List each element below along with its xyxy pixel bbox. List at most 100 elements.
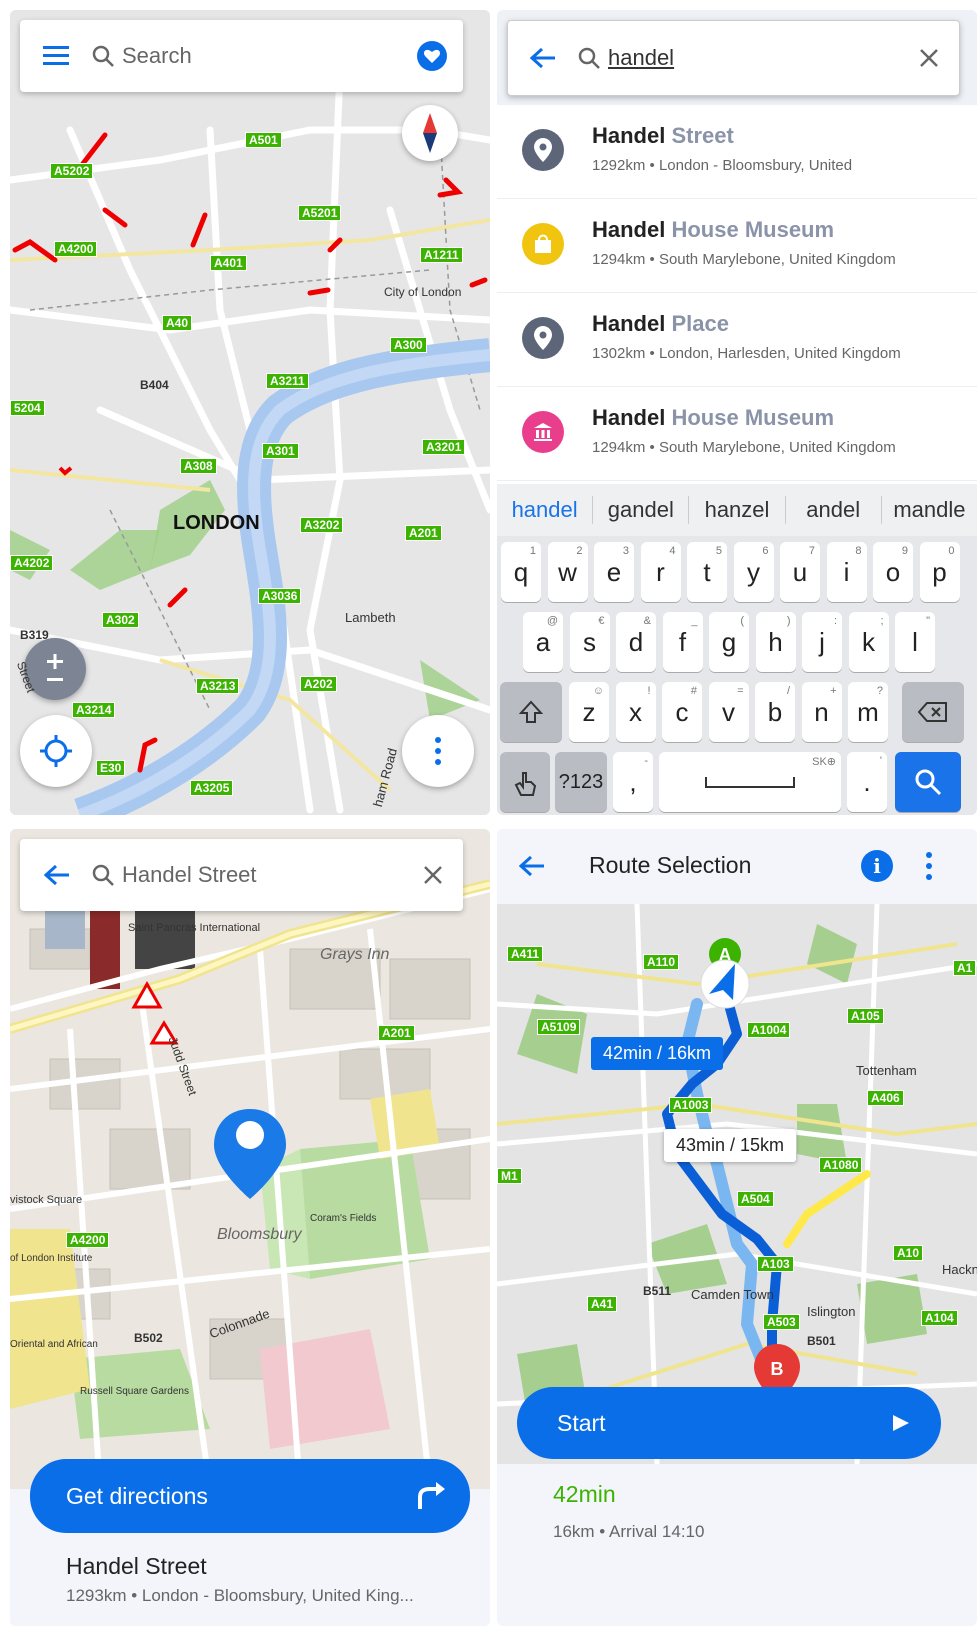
space-key[interactable]: SK⊕ [659,752,841,812]
key-label: c [675,696,689,727]
comma-key[interactable]: ,- [613,752,653,812]
info-icon[interactable]: i [861,850,893,882]
road-label: A202 [300,676,337,692]
period-key[interactable]: . ' [847,752,887,812]
map-label-tottenham: Tottenham [856,1063,917,1078]
road-label: M1 [497,1168,522,1184]
my-location-button[interactable] [20,715,92,787]
key-v[interactable]: v = [708,682,749,742]
search-bar[interactable]: Handel Street [20,839,463,911]
key-m[interactable]: m? [848,682,888,742]
map-label-corams: Coram's Fields [310,1213,377,1224]
menu-icon[interactable] [42,46,70,66]
result-item[interactable]: Handel House Museum 1294km • South Maryl… [497,199,977,293]
result-subtitle: 1292km • London - Bloomsbury, United [592,157,853,174]
more-vert-icon[interactable] [925,851,933,881]
key-i[interactable]: i8 [826,542,867,602]
search-icon [915,769,942,796]
result-title: Handel House Museum [592,405,835,430]
map-label-oriental: Oriental and African [10,1339,98,1350]
key-hint: + [830,685,837,697]
key-e[interactable]: e3 [594,542,634,602]
key-p[interactable]: p0 [919,542,960,602]
gesture-key[interactable] [500,752,550,812]
key-hint: : [833,615,837,627]
key-label: y [747,556,760,587]
back-arrow-icon[interactable] [530,47,556,69]
key-j[interactable]: j: [802,612,842,672]
road-label: A3202 [300,517,344,533]
key-q[interactable]: q1 [501,542,541,602]
search-key[interactable] [895,752,961,812]
key-f[interactable]: f _ [662,612,703,672]
key-label: u [792,556,808,587]
search-input[interactable]: Handel Street [122,862,257,888]
key-t[interactable]: t5 [687,542,727,602]
suggestion[interactable]: hanzel [689,497,784,523]
key-u[interactable]: u7 [780,542,820,602]
search-bar[interactable]: Search [20,20,463,92]
suggestion[interactable]: andel [786,497,881,523]
more-options-button[interactable] [402,715,474,787]
comma-label: , [629,766,637,797]
key-z[interactable]: z ☺ [569,682,609,742]
clear-icon[interactable] [919,48,939,68]
key-w[interactable]: w2 [547,542,588,602]
back-arrow-icon[interactable] [44,864,70,886]
key-k[interactable]: k; [848,612,889,672]
key-y[interactable]: y6 [733,542,774,602]
favorites-heart-icon[interactable] [417,41,447,71]
road-label: A302 [102,612,139,628]
key-r[interactable]: r4 [640,542,681,602]
get-directions-button[interactable]: Get directions [30,1459,470,1533]
key-g[interactable]: g( [709,612,749,672]
key-label: e [606,556,622,587]
result-item[interactable]: Handel House Museum 1294km • South Maryl… [497,387,977,481]
search-input[interactable]: handel [608,45,674,71]
symbols-label: ?123 [558,770,604,793]
suggestion[interactable]: mandle [882,497,977,523]
key-hint: & [643,615,651,627]
map-panel-london[interactable]: A501 A5202 A4200 A5201 A401 A1211 A40 A3… [10,10,490,815]
compass-icon[interactable] [402,105,458,161]
key-c[interactable]: c # [662,682,702,742]
road-label: A103 [757,1256,794,1272]
key-l[interactable]: l " [895,612,935,672]
route-option-alternative[interactable]: 43min / 15km [664,1129,797,1162]
suggestion[interactable]: gandel [593,497,688,523]
route-duration: 42min [553,1481,616,1507]
start-button[interactable]: Start [517,1387,941,1459]
suggestion-bar: handel gandel hanzel andel mandle [497,484,977,536]
place-subtitle: 1293km • London - Bloomsbury, United Kin… [66,1586,414,1605]
result-subtitle: 1302km • London, Harlesden, United Kingd… [592,345,901,362]
road-label: A105 [847,1008,884,1024]
key-d[interactable]: d & [616,612,656,672]
key-x[interactable]: x! [615,682,656,742]
result-item[interactable]: Handel Place 1302km • London, Harlesden,… [497,293,977,387]
route-option-primary[interactable]: 42min / 16km [591,1037,724,1070]
key-s[interactable]: s € [569,612,610,672]
result-item[interactable]: Handel Street 1292km • London - Bloomsbu… [497,105,977,199]
key-h[interactable]: h) [755,612,796,672]
search-bar[interactable]: handel [507,20,960,96]
key-a[interactable]: a @ [523,612,563,672]
key-hint: ) [786,615,791,627]
clear-icon[interactable] [423,865,443,885]
keyboard[interactable]: handel gandel hanzel andel mandle q1w2e3… [497,484,977,815]
road-label: A3201 [422,439,466,455]
shift-key[interactable] [500,682,562,742]
key-n[interactable]: n + [801,682,842,742]
search-input[interactable]: Search [122,43,192,69]
suggestion[interactable]: handel [497,497,592,523]
symbols-key[interactable]: ?123 [555,752,607,812]
route-map[interactable]: A B [497,904,977,1464]
road-label: A411 [507,946,544,962]
place-detail-panel: Grays Inn Bloomsbury Saint Pancras Inter… [10,829,490,1626]
key-b[interactable]: b / [755,682,795,742]
key-hint: " [926,615,930,627]
back-arrow-icon[interactable] [519,855,545,877]
road-label: A104 [921,1310,958,1326]
key-o[interactable]: o9 [873,542,913,602]
result-subtitle: 1294km • South Marylebone, United Kingdo… [592,439,896,456]
backspace-key[interactable] [902,682,964,742]
